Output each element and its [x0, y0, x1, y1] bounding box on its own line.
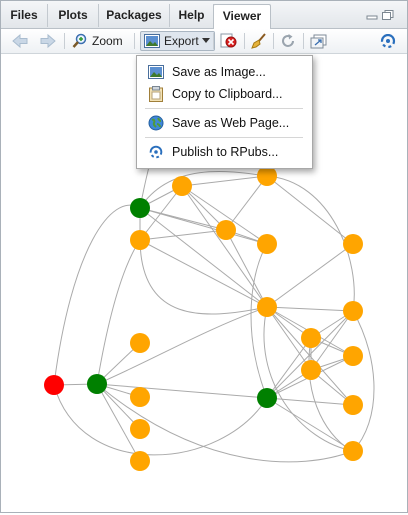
rpubs-icon	[380, 34, 396, 48]
tab-packages[interactable]: Packages	[99, 4, 170, 27]
tab-bar: Files Plots Packages Help Viewer	[1, 1, 407, 30]
forward-button[interactable]	[39, 31, 57, 51]
remove-button[interactable]	[220, 31, 238, 51]
menu-item-label: Save as Web Page...	[172, 116, 290, 130]
remove-icon	[220, 33, 237, 48]
graph-node[interactable]	[343, 234, 363, 254]
tab-help[interactable]: Help	[170, 4, 214, 27]
chevron-down-icon	[201, 38, 210, 43]
arrow-left-icon	[12, 33, 28, 49]
graph-node[interactable]	[130, 451, 150, 471]
minimize-icon[interactable]	[366, 10, 378, 20]
graph-node[interactable]	[130, 230, 150, 250]
graph-node[interactable]	[343, 301, 363, 321]
globe-icon	[148, 115, 164, 131]
toolbar-divider	[244, 33, 245, 49]
graph-node[interactable]	[44, 375, 64, 395]
graph-node[interactable]	[216, 220, 236, 240]
graph-node[interactable]	[130, 387, 150, 407]
graph-node[interactable]	[257, 166, 277, 186]
toolbar-divider	[273, 33, 274, 49]
toolbar: Zoom Export	[1, 29, 407, 54]
graph-nodes	[44, 166, 363, 471]
graph-node[interactable]	[172, 176, 192, 196]
graph-node[interactable]	[130, 419, 150, 439]
export-button[interactable]: Export	[140, 31, 215, 51]
menu-item-label: Publish to RPubs...	[172, 145, 279, 159]
menu-divider	[145, 108, 303, 109]
maximize-icon[interactable]	[382, 10, 394, 20]
graph-node[interactable]	[257, 388, 277, 408]
zoom-button[interactable]: Zoom	[72, 31, 123, 51]
image-icon	[148, 64, 164, 80]
clear-all-button[interactable]	[251, 31, 267, 51]
graph-node[interactable]	[257, 234, 277, 254]
toolbar-divider	[303, 33, 304, 49]
graph-node[interactable]	[301, 360, 321, 380]
graph-node[interactable]	[343, 346, 363, 366]
tab-viewer[interactable]: Viewer	[213, 4, 271, 30]
broom-icon	[251, 33, 266, 49]
zoom-label: Zoom	[92, 34, 123, 48]
graph-node[interactable]	[343, 395, 363, 415]
viewer-pane: Files Plots Packages Help Viewer Zoom Ex…	[0, 0, 408, 513]
export-menu: Save as Image... Copy to Clipboard... Sa…	[136, 55, 313, 169]
toolbar-divider	[213, 33, 214, 49]
menu-item-publish-to-rpubs[interactable]: Publish to RPubs...	[137, 141, 312, 163]
graph-node[interactable]	[343, 441, 363, 461]
rpubs-icon	[148, 144, 164, 160]
graph-node[interactable]	[130, 198, 150, 218]
menu-item-label: Save as Image...	[172, 65, 266, 79]
menu-divider	[145, 137, 303, 138]
graph-node[interactable]	[130, 333, 150, 353]
arrow-right-icon	[40, 33, 56, 49]
graph-node[interactable]	[87, 374, 107, 394]
graph-node[interactable]	[257, 297, 277, 317]
refresh-button[interactable]	[280, 31, 296, 51]
toolbar-divider	[134, 33, 135, 49]
clipboard-icon	[148, 86, 164, 102]
graph-node[interactable]	[301, 328, 321, 348]
tab-plots[interactable]: Plots	[48, 4, 99, 27]
tab-files[interactable]: Files	[1, 4, 48, 27]
export-label: Export	[164, 34, 199, 48]
menu-item-save-as-web-page[interactable]: Save as Web Page...	[137, 112, 312, 134]
popout-button[interactable]	[310, 31, 328, 51]
menu-item-copy-to-clipboard[interactable]: Copy to Clipboard...	[137, 83, 312, 105]
toolbar-divider	[64, 33, 65, 49]
refresh-icon	[282, 34, 294, 47]
publish-button[interactable]	[379, 31, 397, 51]
popout-icon	[310, 34, 327, 49]
zoom-icon	[72, 33, 87, 48]
menu-item-save-as-image[interactable]: Save as Image...	[137, 61, 312, 83]
menu-item-label: Copy to Clipboard...	[172, 87, 283, 101]
back-button[interactable]	[11, 31, 29, 51]
image-icon	[144, 34, 160, 48]
